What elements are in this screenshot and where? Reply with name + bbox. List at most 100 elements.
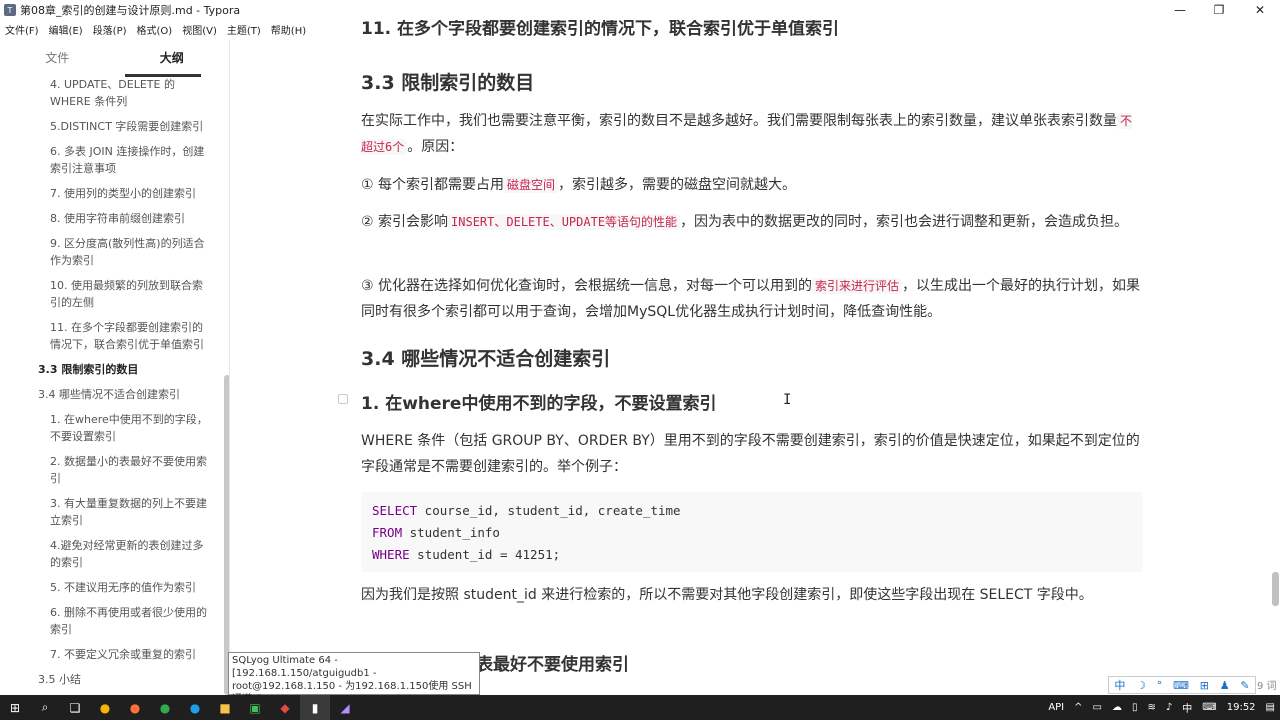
code-text: student_info: [402, 525, 500, 540]
outline-item[interactable]: 1. 在where中使用不到的字段，不要设置索引: [0, 407, 229, 449]
sidebar-tabs: 文件 大纲: [0, 40, 230, 77]
cloud-icon[interactable]: ☁: [1107, 702, 1127, 713]
ime-tools-icon[interactable]: ✎: [1240, 679, 1249, 692]
outline-item[interactable]: 7. 不要定义冗余或重复的索引: [0, 642, 229, 667]
code-keyword: FROM: [372, 525, 403, 540]
close-button[interactable]: ✕: [1240, 0, 1280, 20]
outline-item[interactable]: 6. 多表 JOIN 连接操作时，创建索引注意事项: [0, 139, 229, 181]
search-icon[interactable]: ⌕: [30, 695, 60, 720]
ime-tray-icon[interactable]: ⌨: [1197, 702, 1221, 713]
text: 在实际工作中，我们也需要注意平衡，索引的数目不是越多越好。我们需要限制每张表上的…: [361, 113, 1117, 129]
tray-up-arrow-icon[interactable]: ^: [1069, 702, 1087, 713]
text: ② 索引会影响: [361, 214, 449, 230]
typora-taskbar-icon[interactable]: ▮: [300, 695, 330, 720]
paragraph-reason-3: ③ 优化器在选择如何优化查询时，会根据统一信息，对每一个可以用到的 索引来进行评估…: [361, 273, 1143, 325]
tab-files[interactable]: 文件: [0, 40, 115, 76]
text-cursor-icon: I: [783, 392, 792, 408]
paragraph-limit-index: 在实际工作中，我们也需要注意平衡，索引的数目不是越多越好。我们需要限制每张表上的…: [361, 108, 1143, 160]
outline-item[interactable]: 7. 使用列的类型小的创建索引: [0, 181, 229, 206]
paragraph-where: WHERE 条件（包括 GROUP BY、ORDER BY）里用不到的字段不需要…: [361, 433, 1140, 475]
ime-moon-icon[interactable]: ☽: [1136, 679, 1146, 692]
code-line: WHERE student_id = 41251;: [372, 544, 1132, 566]
window-title: 第08章_索引的创建与设计原则.md - Typora: [20, 4, 241, 17]
ime-user-icon[interactable]: ♟: [1220, 679, 1230, 692]
tab-outline[interactable]: 大纲: [115, 40, 230, 76]
outline-item[interactable]: 3.4 哪些情况不适合创建索引: [0, 382, 229, 407]
ime-keyboard-icon[interactable]: ⌨: [1173, 679, 1189, 692]
maximize-button[interactable]: ❐: [1199, 0, 1239, 20]
outline-item[interactable]: 5. 不建议用无序的值作为索引: [0, 575, 229, 600]
firefox-icon[interactable]: ●: [120, 695, 150, 720]
outline-item[interactable]: 10. 使用最频繁的列放到联合索引的左侧: [0, 273, 229, 315]
outline-item[interactable]: 3. 有大量重复数据的列上不要建立索引: [0, 491, 229, 533]
taskbar-tooltip: SQLyog Ultimate 64 - [192.168.1.150/atgu…: [228, 652, 480, 705]
text: ③ 优化器在选择如何优化查询时，会根据统一信息，对每一个可以用到的: [361, 278, 812, 294]
outline-item[interactable]: 4. UPDATE、DELETE 的 WHERE 条件列: [0, 72, 229, 114]
heading-partially-visible: 11. 在多个字段都要创建索引的情况下，联合索引优于单值索引: [361, 20, 840, 39]
minimize-button[interactable]: —: [1160, 0, 1200, 20]
sidebar: 文件 大纲 4. UPDATE、DELETE 的 WHERE 条件列 5.DIST…: [0, 40, 230, 695]
app-icon-red[interactable]: ◆: [270, 695, 300, 720]
system-tray: API ^ ▭ ☁ ▯ ≋ ♪ 中 ⌨ 19:52 ▤: [1043, 695, 1280, 720]
chrome-alt-icon[interactable]: ●: [150, 695, 180, 720]
code-line: FROM student_info: [372, 522, 1132, 544]
outline-list: 4. UPDATE、DELETE 的 WHERE 条件列 5.DISTINCT 字…: [0, 72, 229, 692]
paragraph-handle-icon[interactable]: [338, 394, 348, 404]
inline-code: 磁盘空间: [504, 177, 559, 193]
language-indicator[interactable]: 中: [1177, 700, 1197, 715]
heading-3-3: 3.3 限制索引的数目: [361, 72, 535, 94]
notification-icon[interactable]: ▤: [1261, 702, 1280, 713]
sidebar-scrollbar[interactable]: [224, 375, 229, 695]
menu-view[interactable]: 视图(V): [177, 22, 222, 37]
battery-icon[interactable]: ▯: [1127, 702, 1143, 713]
clock[interactable]: 19:52: [1222, 702, 1261, 713]
outline-item[interactable]: 5.DISTINCT 字段需要创建索引: [0, 114, 229, 139]
task-view-icon[interactable]: ❏: [60, 695, 90, 720]
outline-item[interactable]: 6. 删除不再使用或者很少使用的索引: [0, 600, 229, 642]
inline-code: INSERT、DELETE、UPDATE等语句的性能: [448, 214, 681, 230]
paragraph-student-id: 因为我们是按照 student_id 来进行检索的，所以不需要对其他字段创建索引…: [361, 587, 1093, 603]
text: ，索引越多，需要的磁盘空间就越大。: [558, 177, 797, 193]
menu-file[interactable]: 文件(F): [0, 22, 44, 37]
ime-punct-icon[interactable]: °: [1157, 679, 1163, 692]
menu-paragraph[interactable]: 段落(P): [88, 22, 132, 37]
heading-3-4: 3.4 哪些情况不适合创建索引: [361, 348, 611, 370]
typora-app-icon: T: [4, 4, 16, 16]
code-line: SELECT course_id, student_id, create_tim…: [372, 500, 1132, 522]
heading-small-table-partial: 表最好不要使用索引: [476, 655, 629, 675]
outline-item[interactable]: 11. 在多个字段都要创建索引的情况下，联合索引优于单值索引: [0, 315, 229, 357]
paragraph-reason-2: ② 索引会影响 INSERT、DELETE、UPDATE等语句的性能 ，因为表中的数…: [361, 209, 1143, 235]
code-text: student_id = 41251;: [409, 547, 561, 562]
sqlyog-taskbar-icon[interactable]: ◢: [330, 695, 360, 720]
volume-icon[interactable]: ♪: [1161, 702, 1177, 713]
ime-toolbar[interactable]: 中 ☽ ° ⌨ ⊞ ♟ ✎: [1108, 676, 1256, 694]
outline-item[interactable]: 4.避免对经常更新的表创建过多的索引: [0, 533, 229, 575]
outline-item[interactable]: 3.5 小结: [0, 667, 229, 692]
ime-grid-icon[interactable]: ⊞: [1200, 679, 1209, 692]
chrome-icon[interactable]: ●: [90, 695, 120, 720]
title-bar: T 第08章_索引的创建与设计原则.md - Typora — ❐ ✕: [0, 0, 1280, 20]
file-explorer-icon[interactable]: ■: [210, 695, 240, 720]
outline-item[interactable]: 9. 区分度高(散列性高)的列适合作为索引: [0, 231, 229, 273]
code-text: course_id, student_id, create_time: [417, 503, 681, 518]
menu-format[interactable]: 格式(O): [132, 22, 178, 37]
windows-start-icon[interactable]: ⊞: [0, 695, 30, 720]
menu-edit[interactable]: 编辑(E): [44, 22, 88, 37]
outline-item[interactable]: 8. 使用字符串前缀创建索引: [0, 206, 229, 231]
ime-word-count: 9 词: [1257, 681, 1277, 692]
code-keyword: WHERE: [372, 547, 410, 562]
paragraph-reason-1: ① 每个索引都需要占用 磁盘空间 ，索引越多，需要的磁盘空间就越大。: [361, 172, 1143, 198]
code-block[interactable]: SELECT course_id, student_id, create_tim…: [361, 492, 1143, 572]
network-icon[interactable]: ▭: [1088, 702, 1107, 713]
text: ① 每个索引都需要占用: [361, 177, 505, 193]
ime-mode-chinese[interactable]: 中: [1114, 677, 1125, 693]
wifi-icon[interactable]: ≋: [1143, 702, 1161, 713]
inline-code: 索引来进行评估: [812, 278, 903, 294]
edge-icon[interactable]: ●: [180, 695, 210, 720]
api-label[interactable]: API: [1043, 702, 1069, 713]
outline-item[interactable]: 2. 数据量小的表最好不要使用索引: [0, 449, 229, 491]
editor-area[interactable]: 11. 在多个字段都要创建索引的情况下，联合索引优于单值索引 3.3 限制索引的…: [231, 20, 1280, 695]
app-icon-green[interactable]: ▣: [240, 695, 270, 720]
editor-scrollbar[interactable]: [1272, 572, 1279, 606]
outline-item[interactable]: 3.3 限制索引的数目: [0, 357, 229, 382]
